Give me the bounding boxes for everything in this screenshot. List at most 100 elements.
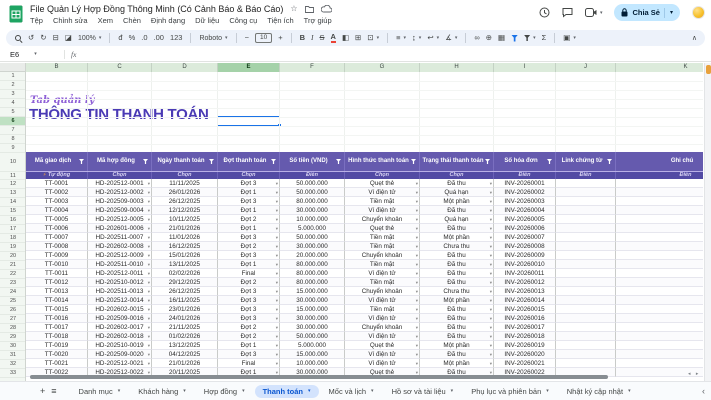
column-header-E[interactable]: E [218, 63, 280, 72]
text-color-icon[interactable]: A [331, 33, 336, 43]
cell-dropdown-icon[interactable]: ▾ [490, 341, 492, 350]
cell-r22-c6[interactable]: Ví điện tử▾ [345, 269, 420, 278]
cell-r13-c9[interactable] [556, 188, 616, 197]
cell-r20-c1[interactable]: TT-0009 [26, 251, 88, 260]
cell-r27-c7[interactable]: Đã thu▾ [420, 314, 494, 323]
cell-r32-c9[interactable] [556, 359, 616, 368]
cell-r26-c9[interactable] [556, 305, 616, 314]
cell-r16-c5[interactable]: 10.000.000 [280, 215, 345, 224]
cell-r14-c2[interactable]: HD-202509-0003▾ [88, 197, 152, 206]
cell-r28-c5[interactable]: 30.000.000 [280, 323, 345, 332]
cell-r20-c4[interactable]: Đợt 3▾ [218, 251, 280, 260]
row-header-6[interactable]: 6 [0, 117, 26, 126]
cell-r15-c6[interactable]: Ví điện tử▾ [345, 206, 420, 215]
cell-r13-c10[interactable] [616, 188, 703, 197]
sheet-tab-danh-mục[interactable]: Danh mục▾ [71, 385, 129, 398]
cell-r12-c2[interactable]: HD-202512-0001▾ [88, 179, 152, 188]
cell-r31-c4[interactable]: Đợt 3▾ [218, 350, 280, 359]
cell-r15-c5[interactable]: 30.000.000 [280, 206, 345, 215]
sheet-tab-mốc-và-lịch[interactable]: Mốc và lịch▾ [321, 385, 382, 398]
cell-dropdown-icon[interactable]: ▾ [148, 296, 150, 305]
avatar[interactable] [692, 6, 705, 19]
row-header-23[interactable]: 23 [0, 279, 26, 288]
cell-dropdown-icon[interactable]: ▾ [148, 323, 150, 332]
row-header-9[interactable]: 9 [0, 144, 26, 153]
cell-r17-c7[interactable]: Đã thu▾ [420, 224, 494, 233]
cell-dropdown-icon[interactable]: ▾ [276, 305, 278, 314]
cell-r24-c8[interactable]: INV-20260013 [494, 287, 556, 296]
cell-r26-c7[interactable]: Đã thu▾ [420, 305, 494, 314]
header-filter-icon[interactable] [547, 159, 552, 164]
row-header-10[interactable]: 10 [0, 153, 26, 172]
cell-dropdown-icon[interactable]: ▾ [490, 269, 492, 278]
cell-r31-c10[interactable] [616, 350, 703, 359]
cell-r26-c3[interactable]: 23/01/2026 [152, 305, 218, 314]
name-box-caret-icon[interactable]: ▾ [34, 51, 37, 57]
cell-r30-c7[interactable]: Một phần▾ [420, 341, 494, 350]
text-wrap-icon[interactable]: ↩▾ [427, 34, 439, 42]
merge-cells-icon[interactable]: ⊡▾ [367, 34, 379, 42]
cell-r22-c10[interactable] [616, 269, 703, 278]
cell-r25-c3[interactable]: 16/11/2025 [152, 296, 218, 305]
cell-dropdown-icon[interactable]: ▾ [276, 278, 278, 287]
cell-r26-c4[interactable]: Đợt 3▾ [218, 305, 280, 314]
row-header-22[interactable]: 22 [0, 270, 26, 279]
cell-dropdown-icon[interactable]: ▾ [148, 359, 150, 368]
cell-dropdown-icon[interactable]: ▾ [490, 224, 492, 233]
cell-r20-c2[interactable]: HD-202512-0009▾ [88, 251, 152, 260]
cell-r18-c8[interactable]: INV-20260007 [494, 233, 556, 242]
cell-dropdown-icon[interactable]: ▾ [490, 242, 492, 251]
cell-r27-c8[interactable]: INV-20260016 [494, 314, 556, 323]
cell-r22-c5[interactable]: 80.000.000 [280, 269, 345, 278]
cell-r28-c9[interactable] [556, 323, 616, 332]
row-header-20[interactable]: 20 [0, 252, 26, 261]
grid[interactable]: Tab quản lý THÔNG TIN THANH TOÁN Mã giao… [26, 72, 703, 381]
cell-r31-c7[interactable]: Đã thu▾ [420, 350, 494, 359]
cell-r13-c4[interactable]: Đợt 1▾ [218, 188, 280, 197]
cell-r23-c8[interactable]: INV-20260012 [494, 278, 556, 287]
cell-r19-c2[interactable]: HD-202602-0008▾ [88, 242, 152, 251]
cell-r27-c10[interactable] [616, 314, 703, 323]
toolbar-collapse-icon[interactable]: ∧ [692, 34, 697, 42]
row-header-15[interactable]: 15 [0, 207, 26, 216]
decrease-decimal-icon[interactable]: .0 [141, 34, 147, 42]
cell-r15-c2[interactable]: HD-202509-0004▾ [88, 206, 152, 215]
name-box[interactable]: E6 ▾ [0, 50, 58, 59]
cell-r29-c3[interactable]: 01/02/2026 [152, 332, 218, 341]
cell-r14-c9[interactable] [556, 197, 616, 206]
cell-r15-c7[interactable]: Đã thu▾ [420, 206, 494, 215]
link-icon[interactable]: ∞ [474, 34, 479, 42]
cell-dropdown-icon[interactable]: ▾ [148, 332, 150, 341]
cell-dropdown-icon[interactable]: ▾ [148, 278, 150, 287]
row-header-25[interactable]: 25 [0, 297, 26, 306]
cell-dropdown-icon[interactable]: ▾ [276, 206, 278, 215]
cell-r21-c5[interactable]: 80.000.000 [280, 260, 345, 269]
cell-r19-c3[interactable]: 16/12/2025 [152, 242, 218, 251]
column-title-8[interactable]: Số hóa đơn [494, 152, 556, 171]
cell-dropdown-icon[interactable]: ▾ [276, 197, 278, 206]
cell-dropdown-icon[interactable]: ▾ [416, 323, 418, 332]
cell-r15-c8[interactable]: INV-20260004 [494, 206, 556, 215]
cell-r32-c5[interactable]: 10.000.000 [280, 359, 345, 368]
cell-dropdown-icon[interactable]: ▾ [276, 242, 278, 251]
cell-dropdown-icon[interactable]: ▾ [148, 206, 150, 215]
italic-icon[interactable]: I [311, 34, 314, 42]
cell-dropdown-icon[interactable]: ▾ [148, 242, 150, 251]
cell-r18-c5[interactable]: 50.000.000 [280, 233, 345, 242]
cell-r30-c4[interactable]: Đợt 1▾ [218, 341, 280, 350]
header-filter-icon[interactable] [336, 159, 341, 164]
cell-dropdown-icon[interactable]: ▾ [416, 242, 418, 251]
cell-r15-c4[interactable]: Đợt 1▾ [218, 206, 280, 215]
cell-r13-c2[interactable]: HD-202512-0002▾ [88, 188, 152, 197]
cell-dropdown-icon[interactable]: ▾ [416, 206, 418, 215]
bold-icon[interactable]: B [300, 34, 305, 42]
increase-decimal-icon[interactable]: .00 [154, 34, 164, 42]
formula-input[interactable] [76, 47, 711, 61]
cell-r15-c1[interactable]: TT-0004 [26, 206, 88, 215]
horizontal-scroll-arrows[interactable]: ◂ ▸ [688, 371, 700, 377]
cell-dropdown-icon[interactable]: ▾ [416, 287, 418, 296]
undo-icon[interactable]: ↺ [28, 34, 34, 42]
cell-dropdown-icon[interactable]: ▾ [490, 188, 492, 197]
cell-r14-c5[interactable]: 80.000.000 [280, 197, 345, 206]
font-select[interactable]: Roboto▾ [199, 35, 227, 42]
